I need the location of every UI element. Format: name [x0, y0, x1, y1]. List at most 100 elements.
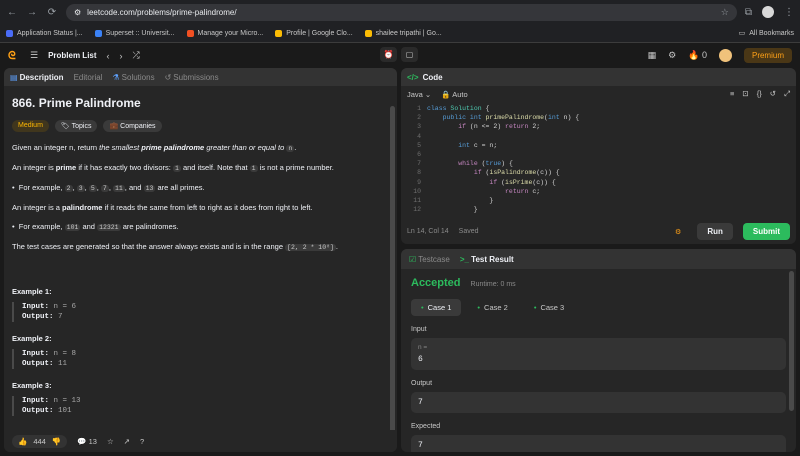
tag-icon: 🏷: [60, 123, 72, 130]
case-tabs: • Case 1 • Case 2 • Case 3: [411, 299, 786, 316]
code-editor[interactable]: 1 2 3 4 5 6 7 8 9 10 11 12 class Solution { public …: [401, 102, 796, 214]
comments-button[interactable]: 💬 13: [77, 437, 97, 446]
next-problem-icon[interactable]: ›: [120, 51, 123, 61]
bullet: • For example, 2, 3, 5, 7, 11, and 13 ar…: [12, 183, 205, 192]
tab-submissions[interactable]: ↺ Submissions: [165, 73, 219, 82]
all-bookmarks[interactable]: ▭ All Bookmarks: [738, 29, 794, 38]
language-select[interactable]: Java ⌄: [407, 90, 431, 99]
format-icon[interactable]: ≡: [730, 89, 734, 99]
bookmark-star-icon[interactable]: ☆: [721, 7, 729, 18]
url-text: leetcode.com/problems/prime-palindrome/: [87, 7, 237, 17]
example-title: Example 3:: [12, 381, 52, 390]
briefcase-icon: 💼: [109, 123, 121, 130]
paragraph: An integer is prime if it has exactly tw…: [12, 163, 334, 172]
difficulty-badge: Medium: [12, 120, 49, 132]
shuffle-icon[interactable]: ⤮: [133, 50, 140, 61]
bookmark-item[interactable]: Application Status |...: [6, 29, 83, 37]
scrollbar[interactable]: [789, 271, 794, 411]
problem-title: 866. Prime Palindrome: [12, 96, 141, 110]
braces-icon[interactable]: {}: [757, 89, 762, 99]
code-text: class Solution { public int primePalindr…: [427, 105, 580, 214]
extensions-icon[interactable]: ⧉: [745, 7, 752, 18]
submit-button[interactable]: Submit: [742, 223, 790, 240]
input-box: n = 6: [411, 338, 786, 370]
like-button[interactable]: 👍 444 👎: [12, 434, 68, 448]
auto-mode[interactable]: 🔒 Auto: [441, 90, 467, 99]
expected-box: 7: [411, 435, 786, 452]
share-icon[interactable]: ↗: [124, 437, 130, 446]
result-panel: ☑ Testcase >_ Test Result Accepted Runti…: [401, 249, 796, 452]
prev-problem-icon[interactable]: ‹: [107, 51, 110, 61]
cursor-position: Ln 14, Col 14: [407, 228, 449, 235]
input-label: Input: [411, 326, 427, 333]
layout-icon[interactable]: ▦: [648, 50, 657, 61]
tab-testcase[interactable]: ☑ Testcase: [409, 255, 450, 264]
companies-tag[interactable]: 💼 Companies: [103, 120, 162, 132]
notes-icon[interactable]: ▢: [401, 47, 418, 62]
editor-toolbar: Java ⌄ 🔒 Auto ≡ ⊡ {} ↺ ⤢: [401, 86, 796, 102]
bookmark-item[interactable]: Superset :: Universit...: [94, 29, 175, 37]
user-avatar[interactable]: [718, 49, 732, 62]
comment-icon: 💬: [77, 436, 89, 446]
reload-icon[interactable]: ⟳: [46, 7, 58, 18]
left-tabs: ▤ Description Editorial ⚗ Solutions ↺ Submi…: [4, 68, 397, 86]
problem-description: 866. Prime Palindrome Medium 🏷 Topics 💼 …: [4, 86, 397, 436]
run-button[interactable]: Run: [697, 223, 733, 240]
bookmark-icon[interactable]: ⊡: [742, 89, 748, 99]
example-box: Input: n = 6 Output: 7: [12, 302, 389, 322]
timer-icon[interactable]: ⏰: [380, 47, 397, 62]
fullscreen-icon[interactable]: ⤢: [784, 89, 790, 99]
paragraph: Given an integer n, return the smallest …: [12, 143, 297, 152]
line-numbers: 1 2 3 4 5 6 7 8 9 10 11 12: [413, 105, 421, 214]
case-tab[interactable]: • Case 1: [411, 299, 462, 316]
settings-icon[interactable]: ⚙: [668, 50, 676, 61]
debug-icon[interactable]: ⚙: [675, 228, 681, 236]
site-info-icon[interactable]: ⚙: [74, 8, 81, 17]
list-icon[interactable]: ☰: [30, 50, 38, 61]
star-icon[interactable]: ☆: [107, 437, 114, 446]
browser-toolbar: ← → ⟳ ⚙ leetcode.com/problems/prime-pali…: [0, 0, 800, 24]
back-icon[interactable]: ←: [6, 7, 18, 18]
code-header: </> Code: [401, 68, 796, 86]
tab-solutions[interactable]: ⚗ Solutions: [112, 73, 154, 82]
forward-icon[interactable]: →: [26, 7, 38, 18]
reset-icon[interactable]: ↺: [770, 89, 776, 99]
problem-list-link[interactable]: Problem List: [48, 51, 96, 60]
profile-avatar[interactable]: [762, 6, 774, 18]
paragraph: An integer is a palindrome if it reads t…: [12, 203, 313, 212]
verdict: Accepted: [411, 277, 461, 289]
tab-description[interactable]: ▤ Description: [10, 73, 64, 82]
scrollbar[interactable]: [390, 106, 395, 436]
bookmark-item[interactable]: Manage your Micro...: [186, 29, 263, 37]
result-tabs: ☑ Testcase >_ Test Result: [401, 249, 796, 269]
premium-button[interactable]: Premium: [743, 48, 792, 63]
save-status: Saved: [458, 228, 479, 235]
bullet: • For example, 101 and 12321 are palindr…: [12, 222, 179, 231]
example-box: Input: n = 13 Output: 101: [12, 396, 389, 416]
address-bar[interactable]: ⚙ leetcode.com/problems/prime-palindrome…: [66, 3, 737, 21]
streak[interactable]: 🔥 0: [688, 50, 707, 61]
output-box: 7: [411, 392, 786, 413]
thumbs-down-icon[interactable]: 👎: [52, 437, 61, 446]
leetcode-logo[interactable]: ᘓ: [8, 50, 20, 62]
bookmarks-bar: Application Status |... Superset :: Univ…: [0, 24, 800, 43]
case-tab[interactable]: • Case 3: [524, 299, 574, 316]
menu-icon[interactable]: ⋮: [784, 7, 794, 18]
code-icon: </>: [407, 72, 419, 82]
description-panel: ▤ Description Editorial ⚗ Solutions ↺ Submi…: [4, 68, 397, 452]
bookmark-item[interactable]: Profile | Google Clo...: [275, 29, 353, 37]
terminal-icon: >_: [459, 254, 472, 264]
lock-icon: 🔒: [441, 89, 453, 99]
folder-icon: ▭: [738, 30, 746, 37]
checkbox-icon: ☑: [409, 254, 419, 264]
case-tab[interactable]: • Case 2: [467, 299, 517, 316]
output-label: Output: [411, 380, 433, 387]
expected-label: Expected: [411, 423, 441, 430]
help-icon[interactable]: ?: [140, 437, 144, 446]
tab-test-result[interactable]: >_ Test Result: [460, 255, 514, 264]
thumbs-up-icon: 👍: [18, 436, 28, 446]
topics-tag[interactable]: 🏷 Topics: [54, 120, 98, 132]
example-title: Example 1:: [12, 287, 52, 296]
bookmark-item[interactable]: shailee tripathi | Go...: [364, 29, 442, 37]
tab-editorial[interactable]: Editorial: [74, 73, 103, 82]
